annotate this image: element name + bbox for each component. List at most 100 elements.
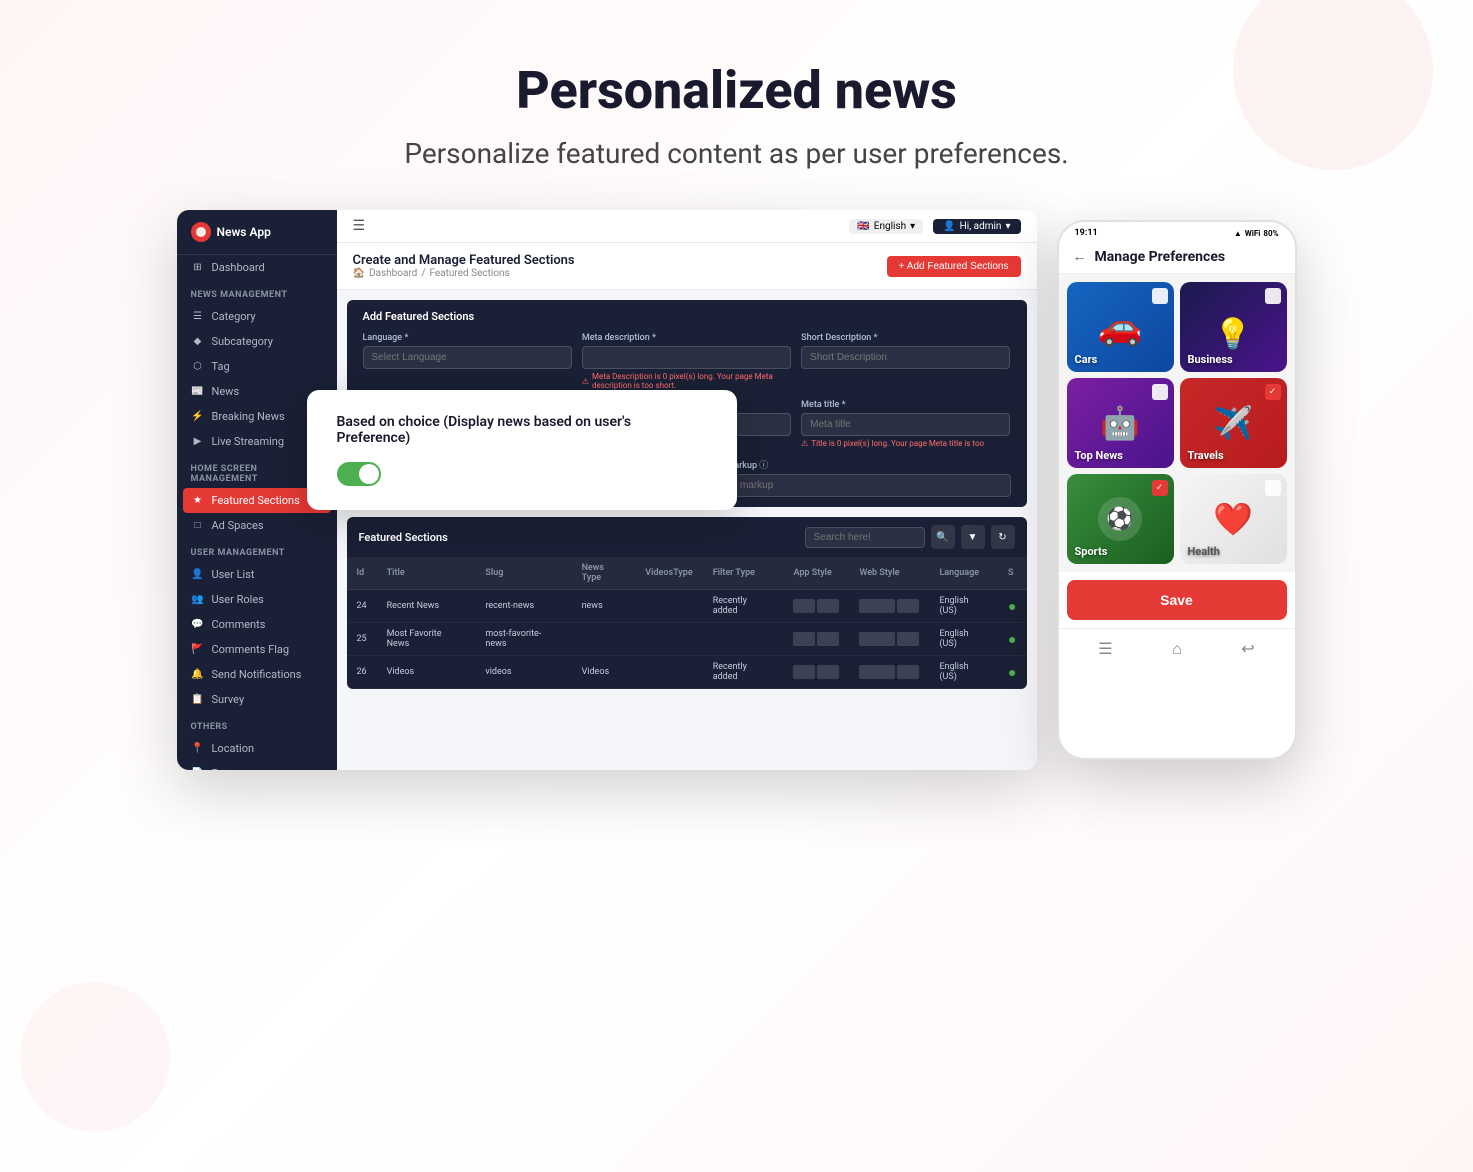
sidebar-label-live: Live Streaming xyxy=(212,435,285,448)
location-icon: 📍 xyxy=(191,743,205,754)
admin-label: Hi, admin xyxy=(960,221,1002,232)
category-icon: ☰ xyxy=(191,311,205,322)
sidebar-label-subcategory: Subcategory xyxy=(212,335,273,348)
search-button[interactable]: 🔍 xyxy=(931,525,955,549)
category-grid: 🚗 Cars 💡 Business xyxy=(1067,282,1287,564)
language-input[interactable] xyxy=(363,346,572,369)
language-selector[interactable]: 🇬🇧 English ▾ xyxy=(849,219,923,234)
refresh-button[interactable]: ↻ xyxy=(991,525,1015,549)
commentsflag-icon: 🚩 xyxy=(191,644,205,655)
schema-label: Schema markup ⓘ xyxy=(692,458,1011,471)
business-checkbox[interactable] xyxy=(1265,288,1281,304)
meta-desc-input[interactable] xyxy=(582,346,791,369)
category-card-business[interactable]: 💡 Business xyxy=(1180,282,1287,372)
travels-checkbox[interactable]: ✓ xyxy=(1265,384,1281,400)
sidebar-item-category[interactable]: ☰ Category xyxy=(177,304,337,329)
popup-title: Based on choice (Display news based on u… xyxy=(337,414,707,446)
cell-slug: most-favorite-news xyxy=(475,623,571,656)
short-desc-input[interactable] xyxy=(801,346,1010,369)
phone-wrapper: 19:11 ▲ WiFi 80% ← Manage Preferences xyxy=(1057,220,1297,760)
category-card-cars[interactable]: 🚗 Cars xyxy=(1067,282,1174,372)
news-app-logo-icon xyxy=(191,222,211,242)
sidebar-item-dashboard[interactable]: ⊞ Dashboard xyxy=(177,255,337,280)
cars-checkbox[interactable] xyxy=(1152,288,1168,304)
signal-icon: ▲ xyxy=(1234,229,1242,238)
nav-home-icon[interactable]: ⌂ xyxy=(1172,639,1182,659)
hero-section: Personalized news Personalize featured c… xyxy=(0,0,1473,210)
nav-back-icon[interactable]: ↩ xyxy=(1241,639,1254,659)
sidebar-label-pages: Pages xyxy=(212,767,243,770)
search-input[interactable] xyxy=(805,527,925,548)
sports-icon: ⚽ xyxy=(1098,497,1142,541)
cell-language: English (US) xyxy=(929,623,998,656)
table-row: 26 Videos videos Videos Recently added E… xyxy=(347,656,1027,689)
sidebar-label-comments: Comments xyxy=(212,618,266,631)
category-card-travels[interactable]: ✈️ ✓ Travels xyxy=(1180,378,1287,468)
admin-avatar: 👤 xyxy=(943,221,955,232)
topnews-checkbox[interactable] xyxy=(1152,384,1168,400)
meta-title-input[interactable] xyxy=(801,413,1010,436)
sidebar-item-subcategory[interactable]: ◆ Subcategory xyxy=(177,329,337,354)
col-status: S xyxy=(998,557,1027,590)
sidebar-label-adspaces: Ad Spaces xyxy=(212,519,264,532)
cell-filter-type: Recently added xyxy=(703,590,784,623)
live-icon: ▶ xyxy=(191,436,205,447)
topbar-right: 🇬🇧 English ▾ 👤 Hi, admin ▾ xyxy=(849,219,1020,234)
cell-status: ● xyxy=(998,656,1027,689)
admin-menu[interactable]: 👤 Hi, admin ▾ xyxy=(933,219,1020,234)
table-row: 24 Recent News recent-news news Recently… xyxy=(347,590,1027,623)
table-title: Featured Sections xyxy=(359,531,448,544)
news-icon: 📰 xyxy=(191,386,205,397)
breaking-icon: ⚡ xyxy=(191,411,205,422)
survey-icon: 📋 xyxy=(191,694,205,705)
sidebar-label-notifications: Send Notifications xyxy=(212,668,302,681)
language-label: Language * xyxy=(363,333,572,343)
admin-dropdown-icon: ▾ xyxy=(1005,221,1010,232)
cell-web-style xyxy=(849,590,929,623)
menu-toggle-button[interactable]: ☰ xyxy=(353,218,366,234)
sidebar-item-pages[interactable]: 📄 Pages xyxy=(177,761,337,770)
breadcrumb-current: Featured Sections xyxy=(429,268,509,279)
sports-checkbox[interactable]: ✓ xyxy=(1152,480,1168,496)
col-videos-type: VideosType xyxy=(635,557,702,590)
health-checkbox[interactable] xyxy=(1265,480,1281,496)
page-title: Create and Manage Featured Sections xyxy=(353,253,575,268)
breadcrumb-home-text: Dashboard xyxy=(369,268,417,279)
table-controls: 🔍 ▼ ↻ xyxy=(805,525,1015,549)
schema-field: Schema markup ⓘ xyxy=(692,458,1011,497)
phone-content: 🚗 Cars 💡 Business xyxy=(1059,274,1295,572)
sidebar-item-location[interactable]: 📍 Location xyxy=(177,736,337,761)
category-card-sports[interactable]: ⚽ ✓ Sports xyxy=(1067,474,1174,564)
table-header-bar: Featured Sections 🔍 ▼ ↻ xyxy=(347,517,1027,557)
filter-button[interactable]: ▼ xyxy=(961,525,985,549)
add-featured-button[interactable]: + Add Featured Sections xyxy=(887,256,1021,277)
cell-slug: videos xyxy=(475,656,571,689)
save-button[interactable]: Save xyxy=(1067,580,1287,620)
preference-popup: Based on choice (Display news based on u… xyxy=(307,390,737,510)
nav-menu-icon[interactable]: ☰ xyxy=(1098,639,1112,659)
category-card-topnews[interactable]: 🤖 Top News xyxy=(1067,378,1174,468)
phone-time: 19:11 xyxy=(1075,228,1098,238)
userroles-icon: 👥 xyxy=(191,594,205,605)
sidebar-item-userroles[interactable]: 👥 User Roles xyxy=(177,587,337,612)
back-button[interactable]: ← xyxy=(1073,248,1087,265)
preference-toggle[interactable] xyxy=(337,462,381,486)
sidebar-item-userlist[interactable]: 👤 User List xyxy=(177,562,337,587)
short-desc-field: Short Description * xyxy=(801,333,1010,390)
sidebar-item-survey[interactable]: 📋 Survey xyxy=(177,687,337,712)
sidebar-item-adspaces[interactable]: □ Ad Spaces xyxy=(177,513,337,538)
userlist-icon: 👤 xyxy=(191,569,205,580)
cell-status: ● xyxy=(998,590,1027,623)
sidebar-item-tag[interactable]: ⬡ Tag xyxy=(177,354,337,379)
sidebar-item-commentsflag[interactable]: 🚩 Comments Flag xyxy=(177,637,337,662)
cell-videos-type xyxy=(635,623,702,656)
sidebar-item-comments[interactable]: 💬 Comments xyxy=(177,612,337,637)
notifications-icon: 🔔 xyxy=(191,669,205,680)
col-title: Title xyxy=(377,557,476,590)
schema-input[interactable] xyxy=(692,474,1011,497)
sidebar-item-notifications[interactable]: 🔔 Send Notifications xyxy=(177,662,337,687)
category-card-health[interactable]: ❤️ Health xyxy=(1180,474,1287,564)
phone-screen-title: Manage Preferences xyxy=(1095,249,1226,265)
tag-icon: ⬡ xyxy=(191,361,205,372)
breadcrumb-separator: / xyxy=(421,268,425,279)
